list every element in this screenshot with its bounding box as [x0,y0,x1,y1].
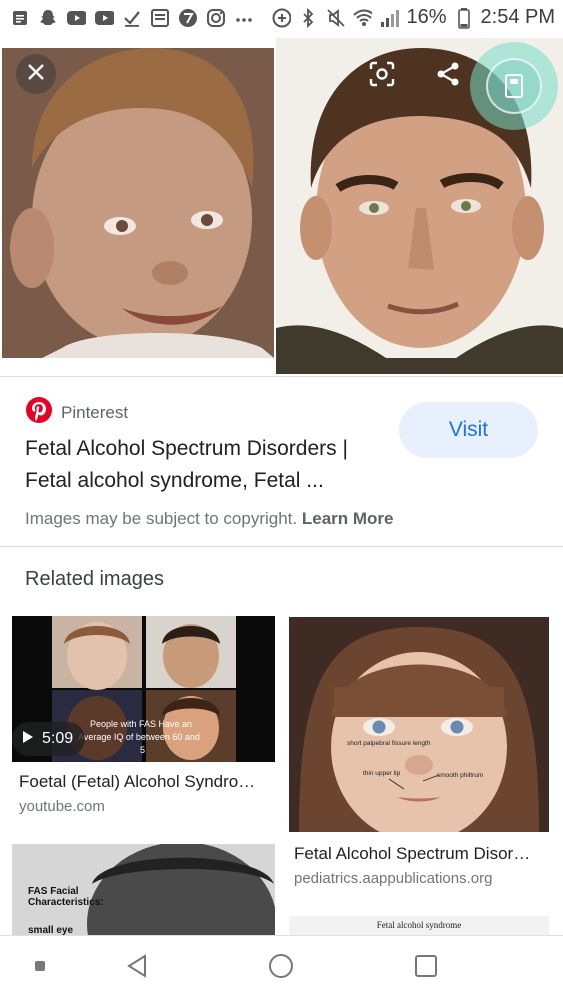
more-dots-icon [234,8,254,28]
related-title[interactable]: Foetal (Fetal) Alcohol Syndro… [19,772,269,792]
lens-button[interactable] [362,56,402,96]
play-icon [22,730,34,749]
related-images-heading: Related images [25,568,164,590]
data-saver-icon [271,8,292,28]
home-button[interactable] [263,950,299,986]
result-title[interactable]: Fetal Alcohol Spectrum Disorders | Fetal… [25,433,385,497]
source-name: Pinterest [61,402,129,422]
instagram-icon [206,8,226,28]
fas-caption-line-1: FAS Facial [28,886,79,897]
close-button[interactable] [16,54,56,94]
overview-button[interactable] [408,950,444,986]
share-button[interactable] [428,56,468,96]
back-icon [124,953,150,984]
related-caption: Fetal alcohol syndrome [376,920,462,930]
home-icon [267,952,295,985]
bluetooth-icon [298,7,318,28]
overlay-text-line-3: 5 [140,745,145,755]
system-status: 16% 2:54 PM [271,6,555,29]
video-duration: 5:09 [42,730,74,747]
overview-icon [413,953,439,984]
related-thumb-fas-chart[interactable]: Fetal alcohol syndrome [289,916,549,935]
overlay-text-line-1: People with FAS Have an [90,719,192,729]
overlay-text-line-2: Average IQ of between 60 and [78,732,200,742]
video-duration-badge: 5:09 [12,722,86,756]
mute-icon [325,8,346,28]
notification-icons [10,8,254,28]
battery-percent: 16% [406,6,447,28]
navigation-bar [0,935,563,1000]
seven-icon [178,8,198,28]
youtube-icon [66,8,86,28]
source-row[interactable]: Pinterest [25,396,128,429]
signal-icon [379,8,400,28]
battery-icon [454,7,474,29]
clock: 2:54 PM [480,6,555,28]
youtube-icon [94,8,114,28]
divider [0,376,563,377]
label-palpebral: short palpebral fissure length [347,740,431,747]
baby-photo [2,48,274,358]
divider [0,546,563,547]
learn-more-link[interactable]: Learn More [302,509,394,528]
pinterest-icon [25,396,53,429]
google-lens-icon [368,60,396,93]
close-icon [26,62,46,87]
fas-caption-line-3: small eye [28,925,73,935]
status-bar: 16% 2:54 PM [0,0,563,38]
related-source: youtube.com [19,798,105,815]
checkmark-icon [122,8,142,28]
recents-dot-icon [34,959,46,977]
related-thumb-pediatrics[interactable]: short palpebral fissure length thin uppe… [289,617,549,832]
related-source: pediatrics.aappublications.org [294,870,493,887]
copyright-text: Images may be subject to copyright. [25,509,298,528]
fas-caption-line-2: Characteristics: [28,897,104,908]
back-button[interactable] [119,950,155,986]
visit-button[interactable]: Visit [399,402,538,458]
image-viewer[interactable] [0,38,563,376]
floating-bubble[interactable] [470,42,558,130]
copyright-notice: Images may be subject to copyright. Lear… [25,509,394,529]
wifi-icon [352,8,373,28]
label-philtrum: smooth philtrum [437,772,483,779]
news-icon [150,8,170,28]
recents-dot-button[interactable] [22,950,58,986]
notes-icon [10,8,30,28]
snapchat-icon [38,8,58,28]
floating-bubble-icon [486,58,542,114]
related-title[interactable]: Fetal Alcohol Spectrum Disor… [294,844,544,864]
label-thin-lip: thin upper lip [363,770,401,777]
share-icon [435,61,461,92]
related-thumb-fas-facial[interactable]: FAS Facial Characteristics: small eye [12,844,275,935]
